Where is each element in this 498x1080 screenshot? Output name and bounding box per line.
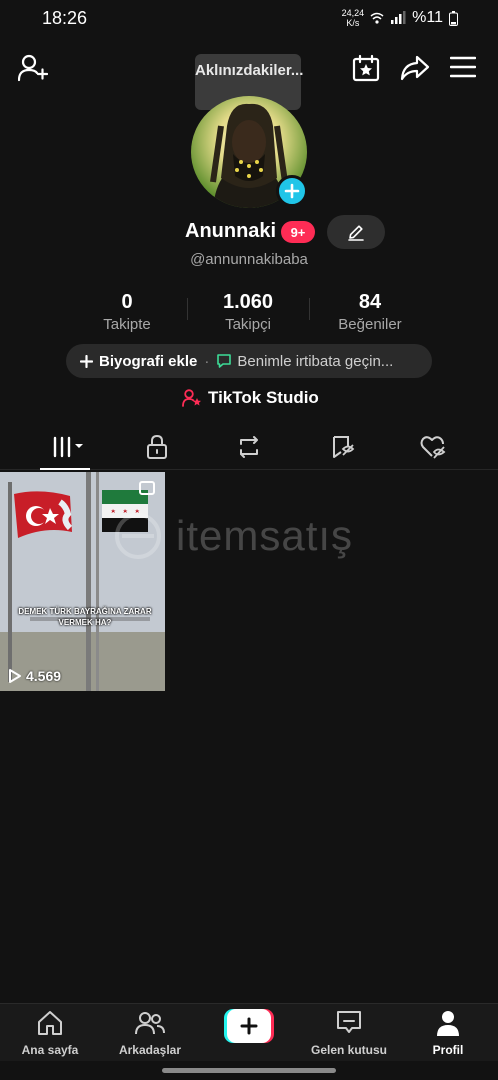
share-icon — [400, 55, 430, 81]
studio-user-star-icon — [182, 389, 201, 407]
bio-actions: Biyografi ekle · Benimle irtibata geçin.… — [66, 344, 432, 378]
menu-button[interactable] — [450, 56, 476, 78]
add-bio-button[interactable]: Biyografi ekle — [99, 353, 197, 370]
watermark-text: itemsatış — [176, 512, 354, 559]
net-speed-unit: K/s — [346, 18, 360, 28]
play-icon — [9, 669, 21, 683]
plus-icon — [240, 1017, 258, 1035]
battery-percent: %11 — [412, 9, 443, 26]
grid-icon — [53, 436, 83, 458]
stat-followers-value: 1.060 — [222, 291, 274, 313]
pencil-icon — [348, 225, 364, 241]
hamburger-menu-icon — [450, 56, 476, 78]
nav-home-label: Ana sayfa — [21, 1043, 79, 1057]
status-time: 18:26 — [42, 8, 88, 28]
net-speed: 24,24 K/s — [342, 8, 365, 28]
tab-private[interactable] — [132, 432, 182, 462]
bookmark-icon — [333, 436, 355, 458]
repost-icon — [240, 436, 258, 458]
liked-heart-icon — [420, 436, 446, 459]
watermark: itemsatış — [108, 512, 353, 560]
nav-friends[interactable]: Arkadaşlar — [100, 1010, 200, 1057]
home-indicator[interactable] — [162, 1068, 336, 1073]
share-button[interactable] — [400, 54, 430, 82]
profile-screen: 18:26 24,24 K/s %11 Aklınızdakiler... An… — [0, 0, 498, 1080]
content-tabs — [0, 428, 498, 470]
tab-favorites[interactable] — [318, 432, 368, 462]
net-speed-value: 24,24 — [341, 8, 365, 18]
stat-following-label: Takipte — [103, 316, 151, 333]
calendar-star-icon — [352, 54, 380, 82]
stat-following-value: 0 — [121, 291, 133, 313]
calendar-button[interactable] — [352, 54, 380, 82]
profile-name: Anunnaki — [185, 220, 277, 242]
profile-icon — [437, 1011, 459, 1036]
video-thumbnail[interactable]: DEMEK TÜRK BAYRAĞINA ZARAR VERMEK HA? 4.… — [0, 472, 165, 691]
video-views: 4.569 — [8, 668, 61, 684]
status-icons: 24,24 K/s %11 — [342, 8, 458, 28]
tab-liked[interactable] — [408, 432, 458, 462]
tab-videos[interactable] — [44, 432, 94, 462]
stat-followers[interactable]: 1.060 Takipçi — [183, 291, 313, 333]
chat-bubble-icon — [217, 354, 232, 368]
friends-icon — [135, 1012, 165, 1035]
contact-button[interactable]: Benimle irtibata geçin... — [237, 353, 393, 370]
nav-home[interactable]: Ana sayfa — [0, 1010, 100, 1057]
wifi-icon — [370, 12, 384, 24]
home-icon — [38, 1011, 62, 1035]
nav-profile-label: Profil — [432, 1043, 464, 1057]
nav-inbox-label: Gelen kutusu — [310, 1043, 387, 1057]
create-button[interactable] — [224, 1009, 274, 1043]
plus-icon — [284, 183, 300, 199]
nav-inbox[interactable]: Gelen kutusu — [299, 1010, 399, 1057]
stat-following[interactable]: 0 Takipte — [62, 291, 192, 333]
add-avatar-button[interactable] — [276, 175, 308, 207]
signal-icon — [391, 11, 406, 24]
watermark-logo-icon — [115, 513, 161, 559]
lock-icon — [147, 435, 167, 459]
stat-likes[interactable]: 84 Beğeniler — [305, 291, 435, 333]
video-caption: DEMEK TÜRK BAYRAĞINA ZARAR VERMEK HA? — [18, 607, 152, 627]
video-views-count: 4.569 — [26, 668, 62, 684]
edit-profile-button[interactable] — [327, 215, 385, 249]
profile-handle: @annunnakibaba — [190, 251, 308, 268]
video-thumbnail-scene — [0, 472, 165, 691]
tiktok-studio-button[interactable]: TikTok Studio — [182, 388, 319, 408]
nav-profile[interactable]: Profil — [398, 1010, 498, 1057]
add-friend-button[interactable] — [18, 54, 48, 82]
stat-likes-value: 84 — [358, 291, 382, 313]
tab-reposts[interactable] — [224, 432, 274, 462]
create-button-face — [227, 1009, 271, 1043]
add-user-icon — [18, 54, 48, 82]
notification-badge[interactable]: 9+ — [281, 221, 315, 243]
nav-friends-label: Arkadaşlar — [118, 1043, 182, 1057]
tiktok-studio-label: TikTok Studio — [208, 388, 319, 407]
stat-likes-label: Beğeniler — [338, 316, 402, 333]
stat-followers-label: Takipçi — [225, 316, 271, 333]
active-tab-indicator — [40, 468, 90, 470]
inbox-icon — [337, 1011, 361, 1033]
plus-icon — [80, 354, 93, 368]
bottom-navigation: Ana sayfa Arkadaşlar Gelen kutusu Profil — [0, 1003, 498, 1061]
separator-dot: · — [204, 352, 210, 370]
battery-icon — [449, 10, 458, 26]
